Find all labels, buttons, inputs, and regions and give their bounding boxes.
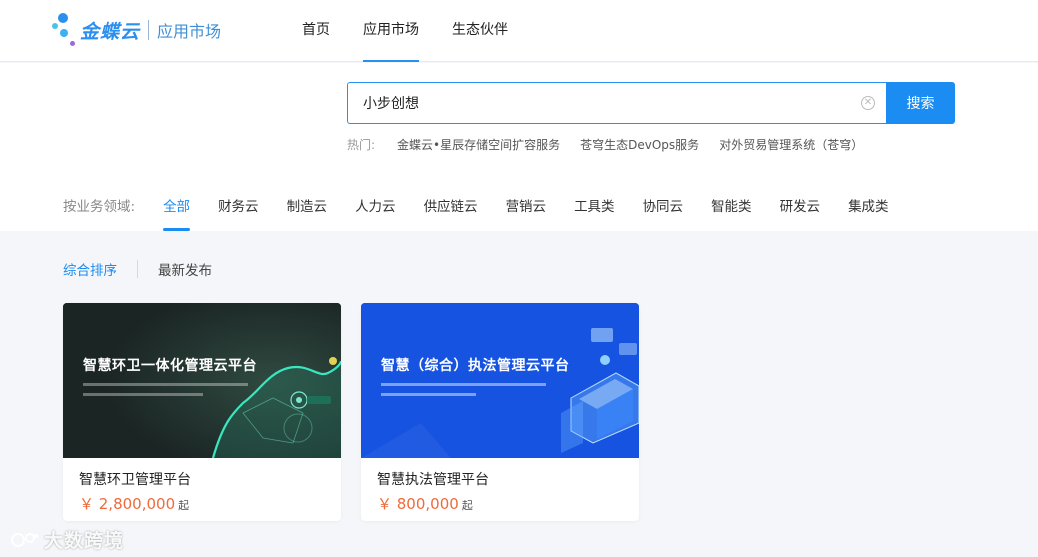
category-integration[interactable]: 集成类 bbox=[848, 195, 889, 231]
nav-item-app-market[interactable]: 应用市场 bbox=[363, 0, 419, 62]
sort-divider bbox=[137, 260, 138, 278]
main-nav: 首页 应用市场 生态伙伴 bbox=[302, 0, 541, 62]
price-unit: 起 bbox=[461, 499, 473, 512]
search-section: ✕ 搜索 热门: 金蝶云•星辰存储空间扩容服务 苍穹生态DevOps服务 对外贸… bbox=[0, 63, 1038, 231]
banner-title: 智慧环卫一体化管理云平台 bbox=[83, 358, 257, 374]
category-collaboration[interactable]: 协同云 bbox=[643, 195, 684, 231]
category-all[interactable]: 全部 bbox=[163, 195, 191, 231]
logo-dots-icon bbox=[50, 11, 76, 49]
product-price: ￥ 800,000 起 bbox=[377, 493, 473, 514]
search-input[interactable] bbox=[348, 83, 828, 123]
sort-bar: 综合排序 最新发布 bbox=[63, 259, 212, 279]
hot-search-link[interactable]: 金蝶云•星辰存储空间扩容服务 bbox=[397, 136, 560, 153]
category-tools[interactable]: 工具类 bbox=[574, 195, 615, 231]
hot-search-link[interactable]: 苍穹生态DevOps服务 bbox=[580, 136, 699, 153]
logo-divider bbox=[148, 20, 150, 40]
price-value: ￥ 2,800,000 bbox=[79, 495, 176, 513]
price-value: ￥ 800,000 bbox=[377, 495, 459, 513]
product-banner-image: 智慧环卫一体化管理云平台 bbox=[63, 303, 341, 458]
category-rnd[interactable]: 研发云 bbox=[780, 195, 821, 231]
sort-comprehensive[interactable]: 综合排序 bbox=[63, 259, 117, 279]
product-card[interactable]: 智慧（综合）执法管理云平台 智慧执法管理平台 ￥ 800,000 起 bbox=[361, 303, 639, 521]
hot-searches: 热门: 金蝶云•星辰存储空间扩容服务 苍穹生态DevOps服务 对外贸易管理系统… bbox=[347, 136, 883, 153]
price-unit: 起 bbox=[178, 499, 190, 512]
clear-icon[interactable]: ✕ bbox=[861, 96, 875, 110]
category-supply-chain[interactable]: 供应链云 bbox=[424, 195, 478, 231]
sort-latest[interactable]: 最新发布 bbox=[158, 259, 212, 279]
product-banner-image: 智慧（综合）执法管理云平台 bbox=[361, 303, 639, 458]
category-marketing[interactable]: 营销云 bbox=[506, 195, 547, 231]
logo-text: 金蝶云 bbox=[80, 20, 141, 43]
watermark-logo-icon bbox=[11, 532, 38, 547]
category-finance[interactable]: 财务云 bbox=[218, 195, 259, 231]
banner-text-lines bbox=[381, 383, 546, 396]
banner-text-lines bbox=[83, 383, 248, 396]
product-card[interactable]: 智慧环卫一体化管理云平台 智慧环卫管理平台 ￥ 2,800,000 起 bbox=[63, 303, 341, 521]
search-box: ✕ bbox=[347, 82, 887, 124]
kingdee-logo[interactable]: 金蝶云 应用市场 bbox=[50, 10, 221, 50]
watermark: 大数跨境 bbox=[10, 526, 124, 553]
watermark-text: 大数跨境 bbox=[44, 530, 125, 552]
product-name: 智慧环卫管理平台 bbox=[79, 472, 191, 488]
hot-search-link[interactable]: 对外贸易管理系统（苍穹） bbox=[719, 136, 863, 153]
product-name: 智慧执法管理平台 bbox=[377, 472, 489, 488]
top-nav: 金蝶云 应用市场 首页 应用市场 生态伙伴 bbox=[0, 0, 1038, 62]
nav-item-partners[interactable]: 生态伙伴 bbox=[452, 0, 508, 62]
product-price: ￥ 2,800,000 起 bbox=[79, 493, 189, 514]
category-manufacturing[interactable]: 制造云 bbox=[287, 195, 328, 231]
search-button[interactable]: 搜索 bbox=[886, 82, 955, 124]
nav-item-home[interactable]: 首页 bbox=[302, 0, 330, 62]
category-label: 按业务领域: bbox=[63, 199, 136, 215]
logo-subtitle: 应用市场 bbox=[157, 22, 222, 41]
category-filter: 按业务领域: 全部 财务云 制造云 人力云 供应链云 营销云 工具类 协同云 智… bbox=[63, 186, 917, 231]
category-intelligence[interactable]: 智能类 bbox=[711, 195, 752, 231]
category-hr[interactable]: 人力云 bbox=[355, 195, 396, 231]
banner-title: 智慧（综合）执法管理云平台 bbox=[381, 358, 570, 374]
hot-label: 热门: bbox=[347, 138, 376, 152]
